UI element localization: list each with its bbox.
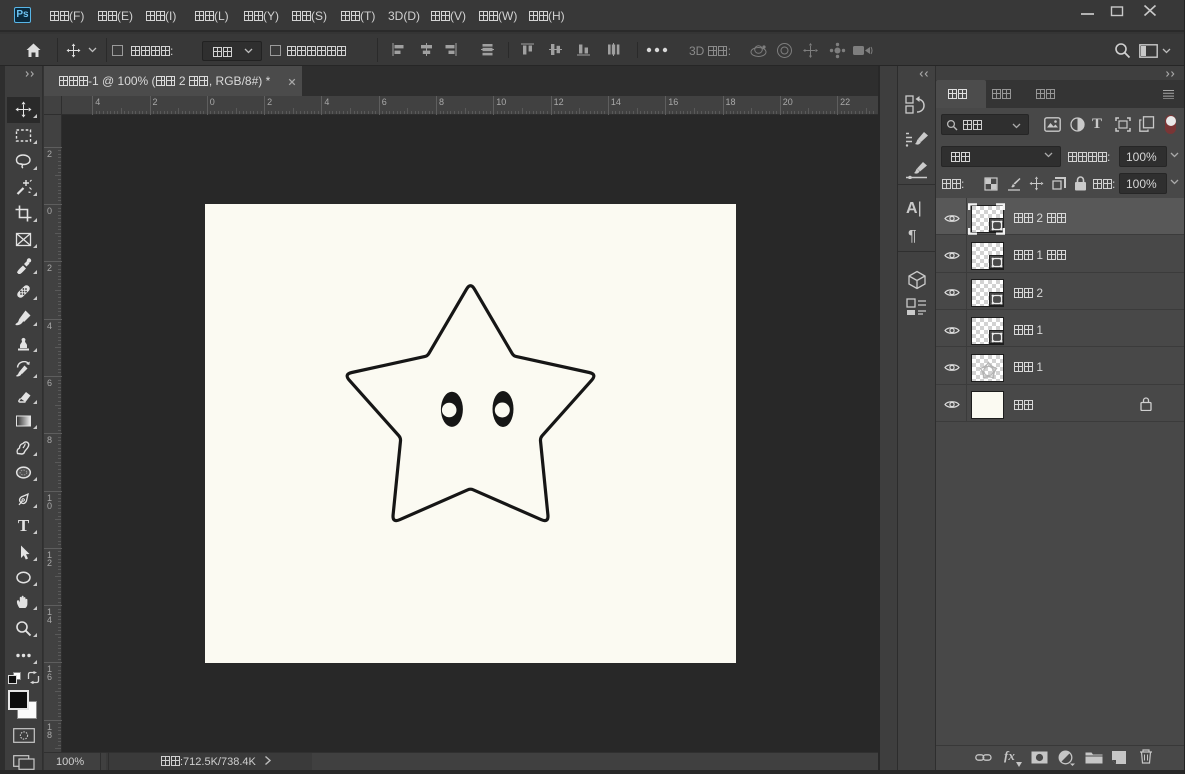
- svg-text:T: T: [18, 517, 30, 534]
